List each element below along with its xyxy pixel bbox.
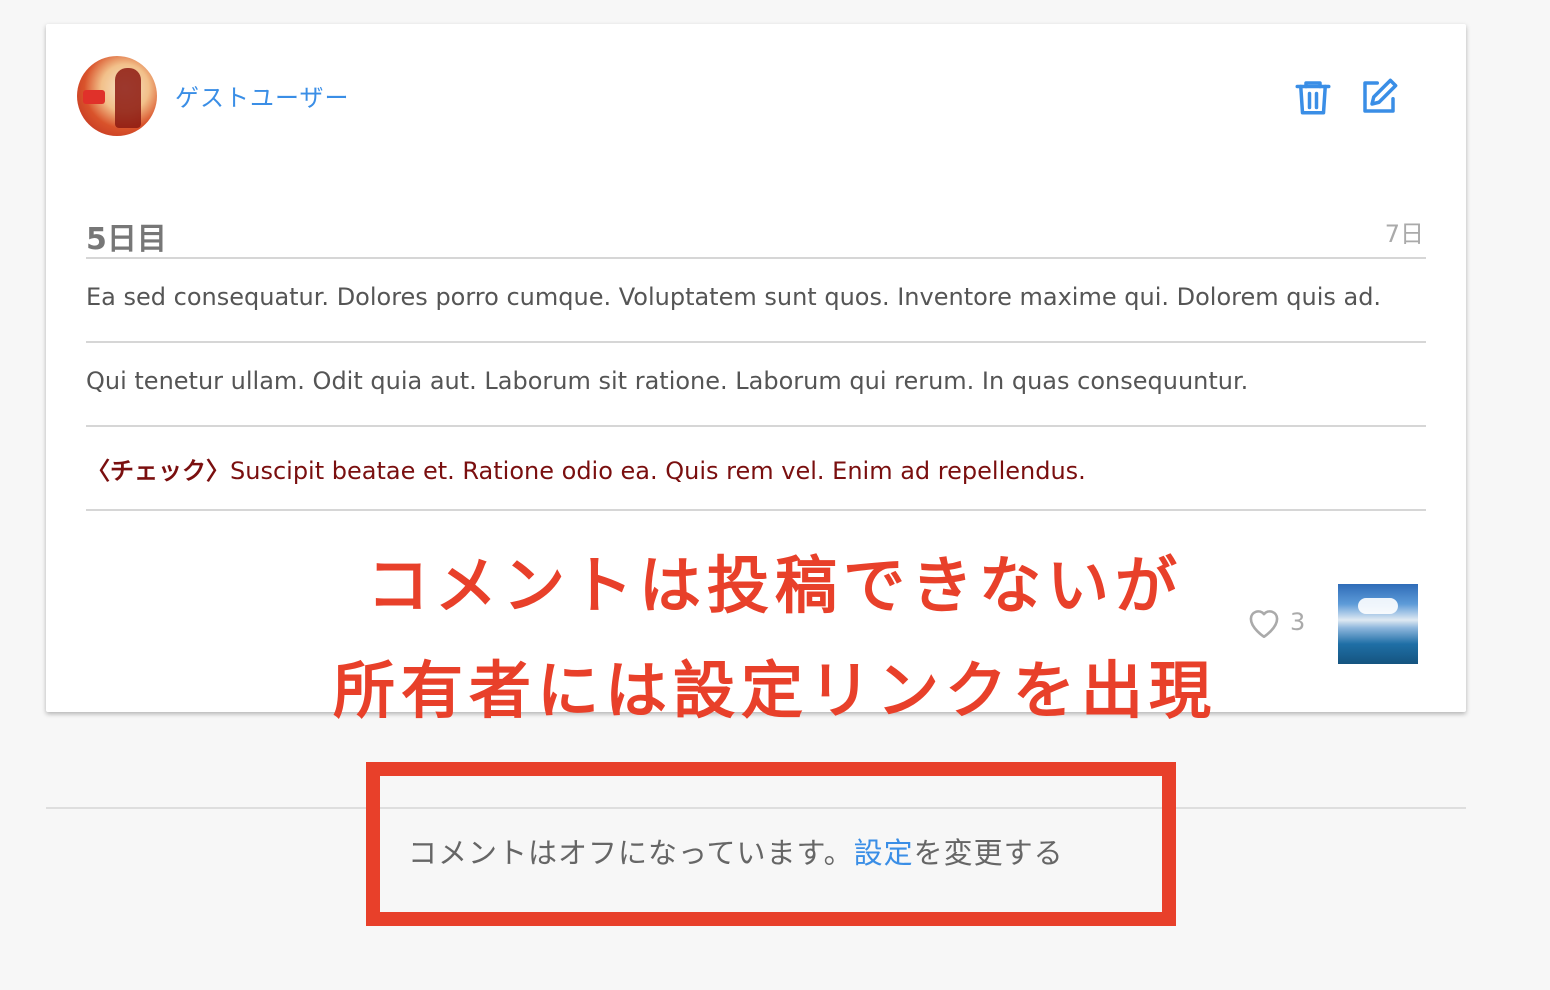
avatar-accent xyxy=(83,90,105,104)
entry-line-2: Qui tenetur ullam. Odit quia aut. Laboru… xyxy=(86,341,1426,395)
annotation-line-1: コメントは投稿できないが xyxy=(366,549,1183,622)
check-line: 〈チェック〉Suscipit beatae et. Ratione odio e… xyxy=(86,425,1426,486)
settings-link[interactable]: 設定 xyxy=(854,836,914,870)
trash-icon xyxy=(1295,81,1331,115)
delete-button[interactable] xyxy=(1292,76,1334,118)
check-prefix: 〈チェック〉 xyxy=(86,457,230,485)
comments-off-text: コメントはオフになっています。 xyxy=(408,836,854,870)
check-text: Suscipit beatae et. Ratione odio ea. Qui… xyxy=(230,457,1086,485)
change-text: を変更する xyxy=(913,836,1064,870)
avatar[interactable] xyxy=(77,56,157,136)
edit-button[interactable] xyxy=(1358,76,1400,118)
avatar-figure xyxy=(115,68,141,128)
day-count: 7日 xyxy=(1384,220,1424,248)
entry-line-1: Ea sed consequatur. Dolores porro cumque… xyxy=(86,257,1426,311)
edit-icon xyxy=(1363,78,1398,113)
row-divider xyxy=(86,509,1426,511)
comments-off-message: コメントはオフになっています。設定を変更する xyxy=(408,830,1064,872)
username-link[interactable]: ゲストユーザー xyxy=(175,78,350,113)
entry-title: 5日目 xyxy=(86,222,167,257)
annotation-line-2: 所有者には設定リンクを出現 xyxy=(332,654,1217,727)
